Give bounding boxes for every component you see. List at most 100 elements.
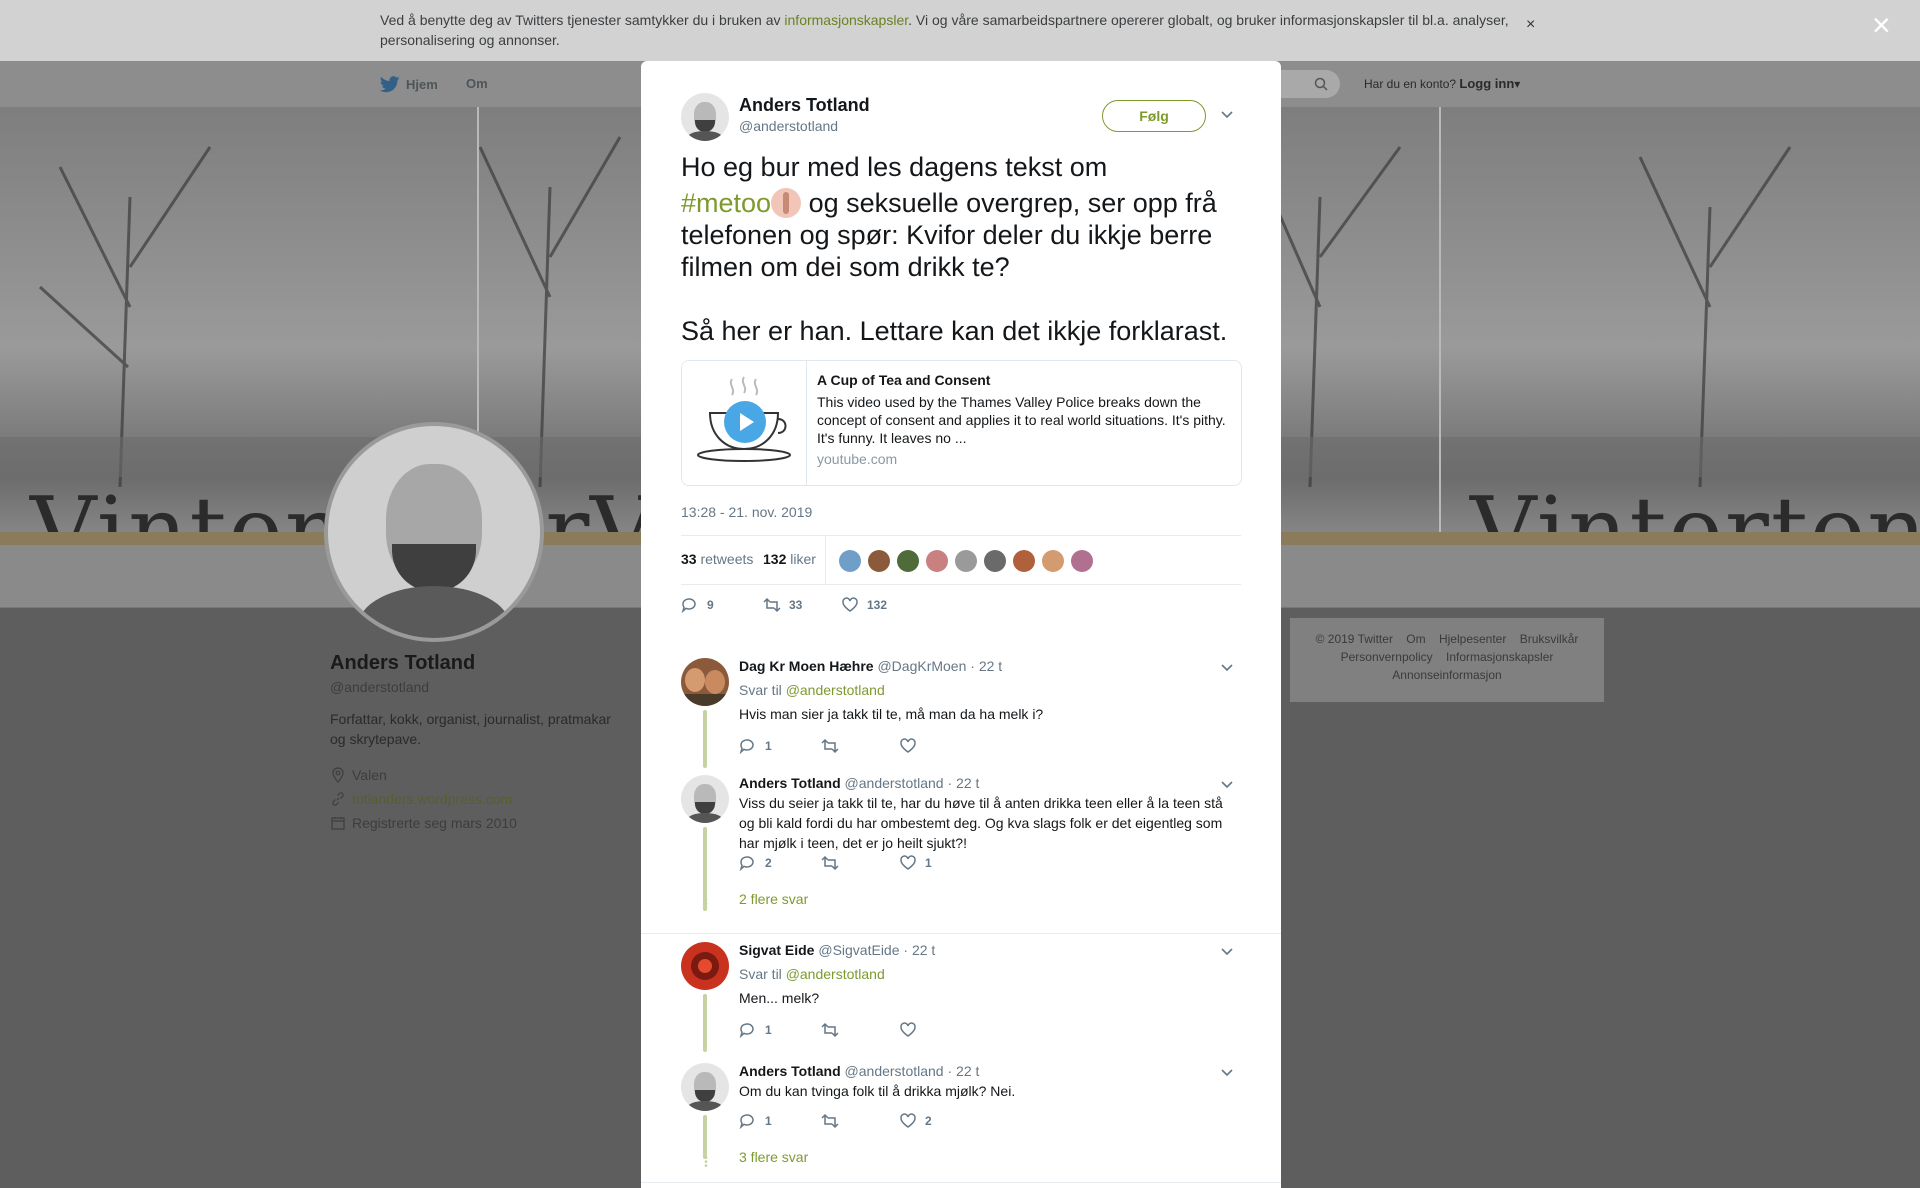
nav-home-label: Hjem: [406, 77, 438, 92]
location-pin-icon: [332, 767, 344, 783]
liker-avatar[interactable]: [926, 550, 948, 572]
chevron-down-icon[interactable]: [1221, 111, 1233, 119]
reply-item[interactable]: Anders Totland @anderstotland · 22 t Om …: [681, 1063, 1241, 1183]
reply-item[interactable]: Sigvat Eide @SigvatEide · 22 t Svar til …: [681, 942, 1241, 1052]
footer-link-about[interactable]: Om: [1406, 632, 1425, 646]
nav-home-link[interactable]: Hjem: [380, 76, 438, 93]
reply-to-link[interactable]: @anderstotland: [786, 682, 885, 698]
liker-avatar[interactable]: [1042, 550, 1064, 572]
like-count: 2: [925, 1114, 932, 1128]
thread-separator: [641, 933, 1281, 934]
stats-divider: [825, 536, 826, 584]
likes-count: 132: [763, 551, 787, 567]
liker-avatar[interactable]: [868, 550, 890, 572]
liker-avatar[interactable]: [1071, 550, 1093, 572]
reply-to-link[interactable]: @anderstotland: [786, 966, 885, 982]
footer-link-cookies[interactable]: Informasjonskapsler: [1446, 650, 1553, 664]
play-icon[interactable]: [724, 401, 766, 443]
chevron-down-icon[interactable]: [1221, 1069, 1233, 1077]
chevron-down-icon[interactable]: [1221, 948, 1233, 956]
footer-link-privacy[interactable]: Personvernpolicy: [1341, 650, 1433, 664]
like-button[interactable]: 2: [899, 1113, 932, 1129]
like-button[interactable]: 1: [899, 855, 932, 871]
heart-icon: [900, 1022, 916, 1037]
reply-item[interactable]: Dag Kr Moen Hæhre @DagKrMoen · 22 t Svar…: [681, 658, 1241, 768]
reply-author-name[interactable]: Dag Kr Moen Hæhre: [739, 658, 874, 674]
cookie-link[interactable]: informasjonskapsler: [784, 12, 908, 28]
nav-about-link[interactable]: Om: [466, 76, 488, 91]
profile-name[interactable]: Anders Totland: [330, 652, 630, 675]
liker-avatar[interactable]: [1013, 550, 1035, 572]
reply-avatar[interactable]: [681, 1063, 729, 1111]
chevron-down-icon[interactable]: [1221, 781, 1233, 789]
reply-time[interactable]: · 22 t: [903, 942, 935, 958]
reply-button[interactable]: 1: [739, 1022, 772, 1038]
reply-author-handle[interactable]: @anderstotland: [845, 1063, 944, 1079]
liker-avatar[interactable]: [839, 550, 861, 572]
reply-button[interactable]: 1: [739, 1113, 772, 1129]
cookie-close-button[interactable]: ×: [1526, 16, 1535, 34]
reply-author-handle[interactable]: @anderstotland: [845, 775, 944, 791]
reply-time[interactable]: · 22 t: [947, 1063, 979, 1079]
author-handle[interactable]: @anderstotland: [739, 118, 838, 134]
profile-sidebar: Anders Totland @anderstotland Forfattar,…: [330, 652, 630, 831]
link-card[interactable]: A Cup of Tea and Consent This video used…: [681, 360, 1242, 486]
reply-text: Men... melk?: [739, 990, 820, 1006]
hashtag-emoji-icon: [771, 188, 802, 218]
reply-time[interactable]: · 22 t: [947, 775, 979, 791]
reply-author-name[interactable]: Sigvat Eide: [739, 942, 814, 958]
footer-link-help[interactable]: Hjelpesenter: [1439, 632, 1506, 646]
author-name[interactable]: Anders Totland: [739, 95, 870, 116]
reply-avatar[interactable]: [681, 775, 729, 823]
show-more-replies[interactable]: 3 flere svar: [739, 1149, 808, 1165]
reply-avatar[interactable]: [681, 658, 729, 706]
like-button[interactable]: [899, 1022, 925, 1038]
profile-avatar[interactable]: [324, 422, 544, 642]
like-button[interactable]: 132: [841, 597, 887, 613]
login-link[interactable]: Logg inn: [1459, 76, 1514, 91]
reply-author-handle[interactable]: @DagKrMoen: [877, 658, 966, 674]
retweet-button[interactable]: [821, 855, 847, 871]
profile-joined-text: Registrerte seg mars 2010: [352, 815, 517, 831]
retweet-icon: [821, 855, 839, 871]
reply-button[interactable]: 2: [739, 855, 772, 871]
profile-joined: Registrerte seg mars 2010: [330, 815, 630, 831]
like-count: 1: [925, 856, 932, 870]
login-prompt: Har du en konto?: [1364, 77, 1457, 91]
reply-author-name[interactable]: Anders Totland: [739, 1063, 841, 1079]
profile-handle[interactable]: @anderstotland: [330, 679, 630, 695]
profile-website-link[interactable]: totlanders.wordpress.com: [352, 791, 512, 807]
close-icon[interactable]: ×: [1872, 9, 1891, 41]
reply-author-name[interactable]: Anders Totland: [739, 775, 841, 791]
tweet-timestamp[interactable]: 13:28 - 21. nov. 2019: [681, 504, 812, 520]
reply-author-handle[interactable]: @SigvatEide: [818, 942, 899, 958]
likes-stat[interactable]: 132 liker: [763, 551, 816, 567]
reply-to: Svar til @anderstotland: [739, 966, 885, 982]
liker-avatar[interactable]: [955, 550, 977, 572]
reply-button[interactable]: 9: [681, 597, 714, 613]
retweet-button[interactable]: [821, 738, 847, 754]
follow-button[interactable]: Følg: [1102, 100, 1206, 132]
footer-link-ads[interactable]: Annonseinformasjon: [1392, 668, 1501, 682]
like-button[interactable]: [899, 738, 925, 754]
retweet-button[interactable]: [821, 1022, 847, 1038]
reply-count: 1: [765, 739, 772, 753]
reply-header: Dag Kr Moen Hæhre @DagKrMoen · 22 t: [739, 658, 1002, 674]
liker-avatar[interactable]: [984, 550, 1006, 572]
hashtag-link[interactable]: #metoo: [681, 188, 771, 218]
retweets-stat[interactable]: 33 retweets: [681, 551, 753, 567]
card-domain: youtube.com: [817, 451, 898, 467]
tweet-modal: Anders Totland @anderstotland Følg Ho eg…: [641, 61, 1281, 1188]
retweet-button[interactable]: 33: [763, 597, 802, 613]
liker-avatar[interactable]: [897, 550, 919, 572]
cookie-text-start: Ved å benytte deg av Twitters tjenester …: [380, 12, 785, 28]
retweet-button[interactable]: [821, 1113, 847, 1129]
reply-item[interactable]: Anders Totland @anderstotland · 22 t Vis…: [681, 775, 1241, 925]
footer-link-terms[interactable]: Bruksvilkår: [1520, 632, 1579, 646]
show-more-replies[interactable]: 2 flere svar: [739, 891, 808, 907]
reply-avatar[interactable]: [681, 942, 729, 990]
author-avatar[interactable]: [681, 93, 729, 141]
chevron-down-icon[interactable]: [1221, 664, 1233, 672]
reply-time[interactable]: · 22 t: [970, 658, 1002, 674]
reply-button[interactable]: 1: [739, 738, 772, 754]
